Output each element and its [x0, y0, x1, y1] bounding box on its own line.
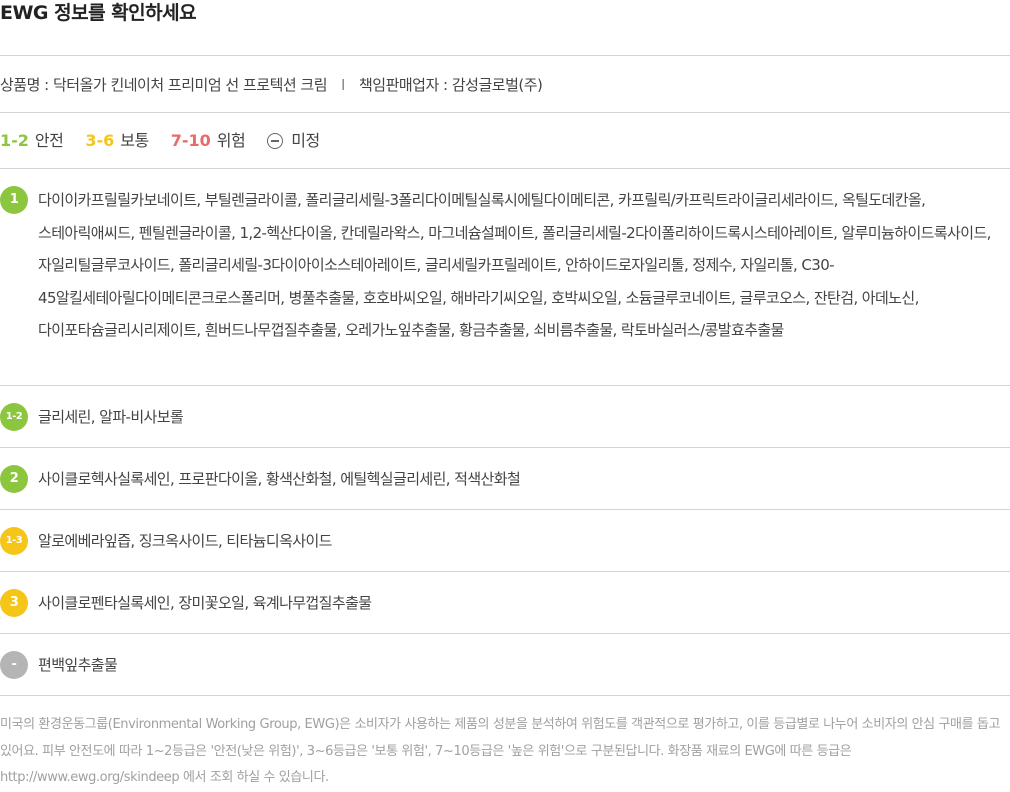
separator: I — [341, 76, 345, 94]
legend-moderate-range: 3-6 — [85, 131, 115, 150]
divider — [0, 695, 1010, 696]
seller-name: 책임판매업자 : 감성글로벌(주) — [358, 76, 543, 94]
divider — [0, 112, 1010, 113]
grade-badge: - — [0, 651, 28, 679]
divider — [0, 509, 1010, 510]
ewg-footnote: 미국의 환경운동그룹(Environmental Working Group, … — [0, 717, 1001, 785]
ingredient-list: 글리세린, 알파-비사보롤 — [38, 408, 184, 426]
product-name: 상품명 : 닥터올가 킨네이처 프리미엄 선 프로텍션 크림 — [0, 76, 328, 94]
product-info: 상품명 : 닥터올가 킨네이처 프리미엄 선 프로텍션 크림 I 책임판매업자 : … — [0, 72, 543, 98]
legend-moderate-label: 보통 — [120, 131, 149, 150]
ingredient-list: 편백잎추출물 — [38, 656, 118, 674]
ingredient-list: 사이클로펜타실록세인, 장미꽃오일, 육계나무껍질추출물 — [38, 594, 372, 612]
legend-danger-range: 7-10 — [170, 131, 211, 150]
legend-danger-label: 위험 — [216, 131, 246, 150]
divider — [0, 385, 1010, 386]
ingredient-list: 다이이카프릴릴카보네이트, 부틸렌글라이콜, 폴리글리세릴-3폴리다이메틸실록시… — [38, 191, 991, 339]
divider — [0, 168, 1010, 169]
divider — [0, 447, 1010, 448]
legend-safe-label: 안전 — [34, 131, 64, 150]
page-title: EWG 정보를 확인하세요 — [0, 2, 197, 24]
grade-legend: 1-2 안전 3-6 보통 7-10 위험 미정 — [0, 128, 342, 154]
ingredient-group: 1-3 알로에베라잎즙, 징크옥사이드, 티타늄디옥사이드 — [0, 525, 1010, 557]
grade-badge: 1-2 — [0, 403, 28, 431]
ingredient-group: 3 사이클로펜타실록세인, 장미꽃오일, 육계나무껍질추출물 — [0, 587, 1010, 619]
grade-badge: 1-3 — [0, 527, 28, 555]
divider — [0, 55, 1010, 56]
minus-circle-icon — [267, 133, 284, 149]
grade-badge: 3 — [0, 589, 28, 617]
divider — [0, 633, 1010, 634]
ingredient-group: 1 다이이카프릴릴카보네이트, 부틸렌글라이콜, 폴리글리세릴-3폴리다이메틸실… — [0, 184, 1010, 374]
ingredient-group: - 편백잎추출물 — [0, 649, 1010, 681]
ingredient-list: 알로에베라잎즙, 징크옥사이드, 티타늄디옥사이드 — [38, 532, 332, 550]
ingredient-list: 사이클로헥사실록세인, 프로판다이올, 황색산화철, 에틸헥실글리세린, 적색산… — [38, 470, 521, 488]
legend-undetermined-label: 미정 — [291, 131, 320, 150]
divider — [0, 571, 1010, 572]
ingredient-group: 2 사이클로헥사실록세인, 프로판다이올, 황색산화철, 에틸헥실글리세린, 적… — [0, 463, 1010, 495]
legend-safe-range: 1-2 — [0, 131, 29, 150]
grade-badge: 2 — [0, 465, 28, 493]
ingredient-group: 1-2 글리세린, 알파-비사보롤 — [0, 401, 1010, 433]
grade-badge: 1 — [0, 186, 28, 214]
